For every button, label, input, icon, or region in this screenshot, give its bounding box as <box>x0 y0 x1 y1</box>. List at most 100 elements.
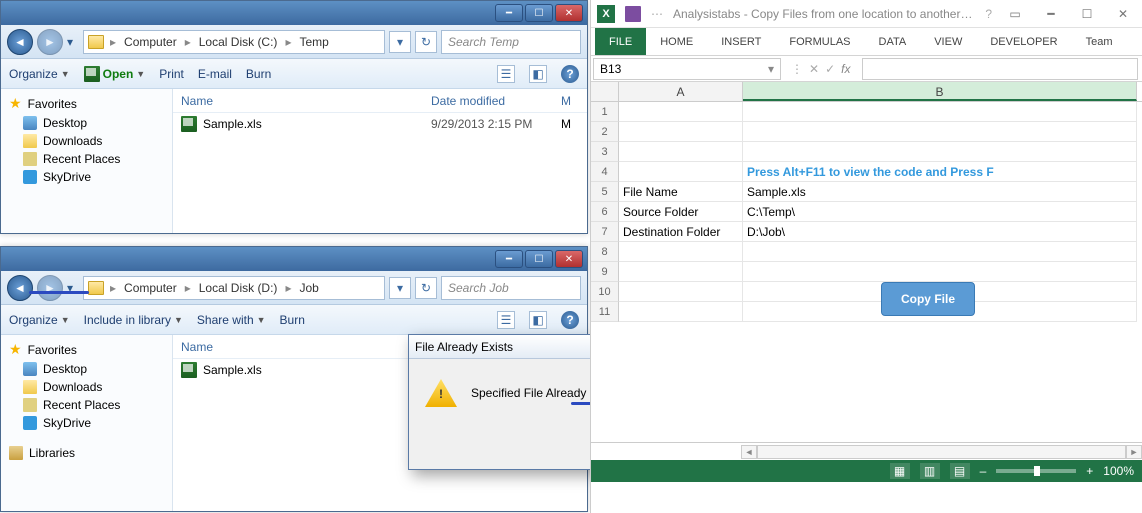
maximize-button[interactable]: ☐ <box>1074 4 1100 24</box>
row-header[interactable]: 6 <box>591 202 619 222</box>
copy-file-button[interactable]: Copy File <box>881 282 975 316</box>
view-normal-button[interactable]: ▦ <box>890 463 910 479</box>
help-icon[interactable]: ? <box>985 7 992 21</box>
cell-source-label[interactable]: Source Folder <box>619 202 743 222</box>
file-row[interactable]: Sample.xls 9/29/2013 2:15 PM M <box>173 113 587 135</box>
sidebar-item-downloads[interactable]: Downloads <box>1 132 172 150</box>
tab-home[interactable]: HOME <box>646 28 707 55</box>
save-icon[interactable] <box>625 6 641 22</box>
back-button[interactable]: ◄ <box>7 29 33 55</box>
tab-formulas[interactable]: FORMULAS <box>775 28 864 55</box>
crumb-computer[interactable]: Computer <box>122 35 179 49</box>
cell[interactable] <box>743 102 1137 122</box>
name-box[interactable]: B13▾ <box>593 58 781 80</box>
help-icon[interactable]: ? <box>561 65 579 83</box>
horizontal-scrollbar[interactable]: ◄ ► <box>591 442 1142 460</box>
tab-developer[interactable]: DEVELOPER <box>976 28 1071 55</box>
burn-button[interactable]: Burn <box>280 313 305 327</box>
preview-pane-button[interactable]: ◧ <box>529 65 547 83</box>
sidebar-item-skydrive[interactable]: SkyDrive <box>1 414 172 432</box>
select-all-corner[interactable] <box>591 82 619 101</box>
crumb-folder[interactable]: Temp <box>297 35 330 49</box>
organize-menu[interactable]: Organize ▼ <box>9 67 70 81</box>
refresh-dropdown-button[interactable]: ▾ <box>389 277 411 299</box>
tab-file[interactable]: FILE <box>595 28 646 55</box>
email-button[interactable]: E-mail <box>198 67 232 81</box>
row-header[interactable]: 10 <box>591 282 619 302</box>
cell[interactable] <box>619 262 743 282</box>
cell-instruction[interactable]: Press Alt+F11 to view the code and Press… <box>743 162 1137 182</box>
scroll-right-button[interactable]: ► <box>1126 445 1142 459</box>
address-bar[interactable]: ▸ Computer ▸ Local Disk (C:) ▸ Temp <box>83 30 385 54</box>
worksheet-grid[interactable]: A B 1 2 3 4 5 6 7 8 9 10 11 Press Alt+F1 <box>591 82 1142 442</box>
zoom-in-button[interactable]: + <box>1086 464 1093 478</box>
row-header[interactable]: 8 <box>591 242 619 262</box>
refresh-dropdown-button[interactable]: ▾ <box>389 31 411 53</box>
crumb-computer[interactable]: Computer <box>122 281 179 295</box>
row-header[interactable]: 7 <box>591 222 619 242</box>
search-input[interactable]: Search Job <box>441 276 581 300</box>
cell-dest-label[interactable]: Destination Folder <box>619 222 743 242</box>
help-icon[interactable]: ? <box>561 311 579 329</box>
cancel-formula-icon[interactable]: ✕ <box>809 62 819 76</box>
cell[interactable] <box>743 262 1137 282</box>
cell[interactable] <box>743 242 1137 262</box>
preview-pane-button[interactable]: ◧ <box>529 311 547 329</box>
fx-label[interactable]: fx <box>841 62 854 76</box>
tab-insert[interactable]: INSERT <box>707 28 775 55</box>
cell-filename-value[interactable]: Sample.xls <box>743 182 1137 202</box>
view-page-layout-button[interactable]: ▥ <box>920 463 940 479</box>
cell[interactable] <box>619 102 743 122</box>
history-dropdown[interactable]: ▾ <box>67 35 79 49</box>
crumb-disk[interactable]: Local Disk (C:) <box>197 35 280 49</box>
sidebar-item-recent[interactable]: Recent Places <box>1 396 172 414</box>
row-header[interactable]: 9 <box>591 262 619 282</box>
cell[interactable] <box>619 282 743 302</box>
tab-data[interactable]: DATA <box>865 28 921 55</box>
open-menu[interactable]: Open ▼ <box>84 66 146 82</box>
view-options-button[interactable]: ☰ <box>497 311 515 329</box>
formula-dropdown-icon[interactable]: ⋮ <box>791 62 803 76</box>
forward-button[interactable]: ► <box>37 275 63 301</box>
sidebar-item-downloads[interactable]: Downloads <box>1 378 172 396</box>
col-name[interactable]: Name <box>173 340 423 354</box>
scroll-left-button[interactable]: ◄ <box>741 445 757 459</box>
crumb-folder[interactable]: Job <box>297 281 320 295</box>
minimize-button[interactable]: ━ <box>495 250 523 268</box>
cell[interactable] <box>743 122 1137 142</box>
row-header[interactable]: 5 <box>591 182 619 202</box>
tab-team[interactable]: Team <box>1072 28 1127 55</box>
titlebar[interactable]: ━ ☐ ✕ <box>1 1 587 25</box>
address-bar[interactable]: ▸ Computer ▸ Local Disk (D:) ▸ Job <box>83 276 385 300</box>
close-button[interactable]: ✕ <box>555 4 583 22</box>
minimize-button[interactable]: ━ <box>495 4 523 22</box>
row-header[interactable]: 1 <box>591 102 619 122</box>
row-header[interactable]: 4 <box>591 162 619 182</box>
cell[interactable] <box>619 162 743 182</box>
view-options-button[interactable]: ☰ <box>497 65 515 83</box>
cell[interactable] <box>619 142 743 162</box>
zoom-out-button[interactable]: – <box>980 464 987 478</box>
excel-titlebar[interactable]: X ⋯ Analysistabs - Copy Files from one l… <box>591 0 1142 28</box>
sidebar-item-desktop[interactable]: Desktop <box>1 114 172 132</box>
close-button[interactable]: ✕ <box>555 250 583 268</box>
share-menu[interactable]: Share with ▼ <box>197 313 266 327</box>
sidebar-favorites-header[interactable]: ★Favorites <box>1 93 172 114</box>
enter-formula-icon[interactable]: ✓ <box>825 62 835 76</box>
col-date[interactable]: Date modified <box>423 94 553 108</box>
tab-view[interactable]: VIEW <box>920 28 976 55</box>
sidebar-item-desktop[interactable]: Desktop <box>1 360 172 378</box>
col-header-a[interactable]: A <box>619 82 743 101</box>
formula-bar[interactable] <box>862 58 1138 80</box>
zoom-thumb[interactable] <box>1034 466 1040 476</box>
ribbon-toggle-button[interactable]: ▭ <box>1002 4 1028 24</box>
cell-filename-label[interactable]: File Name <box>619 182 743 202</box>
row-header[interactable]: 2 <box>591 122 619 142</box>
burn-button[interactable]: Burn <box>246 67 271 81</box>
include-menu[interactable]: Include in library ▼ <box>84 313 183 327</box>
maximize-button[interactable]: ☐ <box>525 4 553 22</box>
col-name[interactable]: Name <box>173 94 423 108</box>
sidebar-favorites-header[interactable]: ★Favorites <box>1 339 172 360</box>
close-button[interactable]: ✕ <box>1110 4 1136 24</box>
cell[interactable] <box>619 302 743 322</box>
